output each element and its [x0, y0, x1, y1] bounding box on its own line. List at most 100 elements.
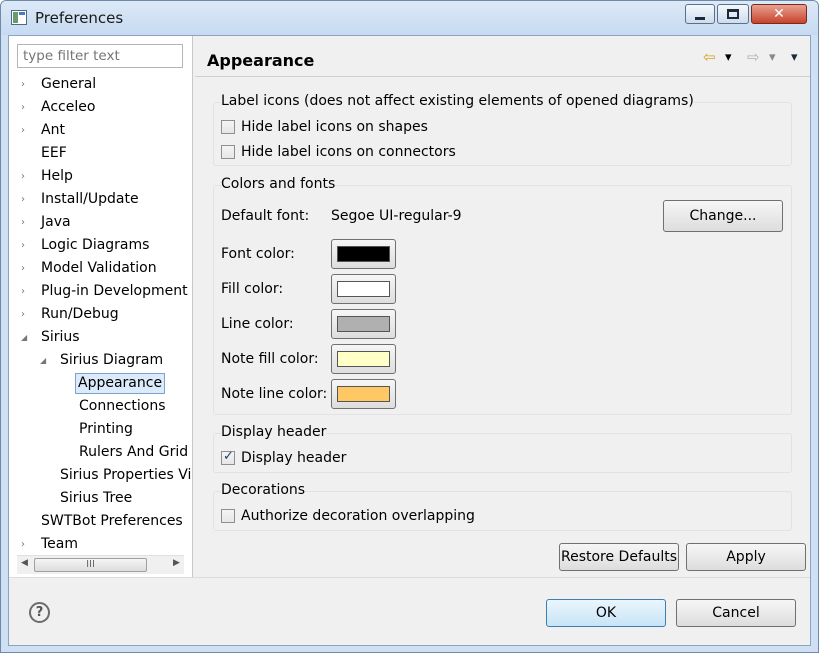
- chevron-right-icon[interactable]: ›: [21, 166, 25, 187]
- preferences-window: Preferences ✕ › General › Acceleo: [0, 0, 819, 653]
- help-icon[interactable]: ?: [29, 602, 50, 623]
- tree-item-general[interactable]: › General: [21, 74, 98, 95]
- tree-item-sirius-diagram[interactable]: ◢ Sirius Diagram: [40, 350, 165, 371]
- ok-button[interactable]: OK: [546, 599, 666, 627]
- checkbox-icon[interactable]: [221, 145, 235, 159]
- tree-item-sirius-tree[interactable]: Sirius Tree: [40, 488, 134, 509]
- tree-item-label: Sirius Diagram: [60, 352, 164, 368]
- tree-item-sirius[interactable]: ◢ Sirius: [21, 327, 82, 348]
- fill-color-button[interactable]: [331, 274, 396, 304]
- hide-label-icons-on-connectors-checkbox[interactable]: Hide label icons on connectors: [221, 143, 456, 161]
- chevron-down-icon[interactable]: ◢: [21, 327, 27, 348]
- label-icons-group-title: Label icons (does not affect existing el…: [221, 93, 694, 109]
- scrollbar-thumb[interactable]: III: [34, 558, 147, 572]
- tree-item-label: Sirius Tree: [60, 490, 133, 506]
- tree-item-ant[interactable]: › Ant: [21, 120, 67, 141]
- tree-item-label: Appearance: [75, 373, 166, 394]
- tree-item-logic-diagrams[interactable]: › Logic Diagrams: [21, 235, 151, 256]
- tree-item-label: Team: [41, 536, 79, 552]
- tree-item-sirius-properties-view[interactable]: Sirius Properties Vi: [40, 465, 193, 486]
- dialog-button-bar: ? OK Cancel: [9, 577, 810, 645]
- checkbox-checked-icon[interactable]: [221, 449, 235, 465]
- fill-color-label: Fill color:: [221, 281, 284, 297]
- font-color-label: Font color:: [221, 246, 295, 262]
- restore-defaults-button[interactable]: Restore Defaults: [559, 543, 679, 571]
- tree-item-label: General: [41, 76, 97, 92]
- chevron-right-icon[interactable]: ›: [21, 534, 25, 555]
- font-color-swatch: [337, 246, 390, 262]
- title-separator: [195, 76, 810, 77]
- scroll-right-icon[interactable]: ▶: [173, 558, 180, 568]
- tree-item-appearance[interactable]: Appearance: [59, 373, 166, 394]
- tree-item-label: SWTBot Preferences: [41, 513, 183, 529]
- tree-item-label: Connections: [79, 398, 166, 414]
- tree-item-plugin-development[interactable]: › Plug-in Development: [21, 281, 190, 302]
- filter-input[interactable]: [17, 44, 183, 68]
- font-color-button[interactable]: [331, 239, 396, 269]
- chevron-right-icon[interactable]: ›: [21, 212, 25, 233]
- tree-item-label: Sirius: [41, 329, 80, 345]
- tree-item-swtbot-preferences[interactable]: SWTBot Preferences: [21, 511, 185, 532]
- note-fill-color-button[interactable]: [331, 344, 396, 374]
- scroll-left-icon[interactable]: ◀: [21, 558, 28, 568]
- chevron-right-icon[interactable]: ›: [21, 97, 25, 118]
- tree-item-acceleo[interactable]: › Acceleo: [21, 97, 97, 118]
- checkbox-label: Authorize decoration overlapping: [241, 508, 475, 524]
- apply-button[interactable]: Apply: [686, 543, 806, 571]
- chevron-right-icon[interactable]: ›: [21, 258, 25, 279]
- tree-item-label: Plug-in Development: [41, 283, 188, 299]
- chevron-right-icon[interactable]: ›: [21, 304, 25, 325]
- line-color-button[interactable]: [331, 309, 396, 339]
- chevron-down-icon[interactable]: ◢: [40, 350, 46, 371]
- note-line-color-swatch: [337, 386, 390, 402]
- tree-item-printing[interactable]: Printing: [59, 419, 135, 440]
- line-color-label: Line color:: [221, 316, 294, 332]
- minimize-icon: [695, 16, 705, 20]
- tree-item-install-update[interactable]: › Install/Update: [21, 189, 141, 210]
- tree-item-run-debug[interactable]: › Run/Debug: [21, 304, 121, 325]
- note-fill-color-label: Note fill color:: [221, 351, 319, 367]
- tree-item-model-validation[interactable]: › Model Validation: [21, 258, 159, 279]
- tree-item-connections[interactable]: Connections: [59, 396, 168, 417]
- checkbox-icon[interactable]: [221, 120, 235, 134]
- view-menu-icon[interactable]: ▾: [791, 50, 798, 65]
- tree-item-team[interactable]: › Team: [21, 534, 80, 555]
- dialog-body: › General › Acceleo › Ant EEF › Help: [8, 35, 811, 646]
- maximize-button[interactable]: [717, 4, 749, 24]
- minimize-button[interactable]: [685, 4, 715, 24]
- tree-item-eef[interactable]: EEF: [21, 143, 69, 164]
- forward-menu-icon[interactable]: ▾: [769, 50, 776, 65]
- display-header-checkbox[interactable]: Display header: [221, 449, 346, 467]
- horizontal-scrollbar[interactable]: ◀ III ▶: [17, 555, 184, 574]
- tree-item-help[interactable]: › Help: [21, 166, 75, 187]
- tree-item-label: Install/Update: [41, 191, 139, 207]
- chevron-right-icon[interactable]: ›: [21, 281, 25, 302]
- default-font-label: Default font:: [221, 208, 310, 224]
- preference-tree-panel: › General › Acceleo › Ant EEF › Help: [9, 36, 193, 577]
- tree-item-label: Java: [41, 214, 71, 230]
- chevron-right-icon[interactable]: ›: [21, 74, 25, 95]
- default-font-value: Segoe UI-regular-9: [331, 208, 462, 224]
- close-icon: ✕: [773, 6, 785, 22]
- cancel-button[interactable]: Cancel: [676, 599, 796, 627]
- checkbox-icon[interactable]: [221, 509, 235, 523]
- tree-item-label: Rulers And Grid: [79, 444, 189, 460]
- tree-item-label: Printing: [79, 421, 133, 437]
- chevron-right-icon[interactable]: ›: [21, 235, 25, 256]
- forward-arrow-icon[interactable]: ⇨: [747, 48, 760, 66]
- tree-item-label: Sirius Properties Vi: [60, 467, 192, 483]
- back-menu-icon[interactable]: ▾: [725, 50, 732, 65]
- change-font-button[interactable]: Change...: [663, 200, 783, 232]
- hide-label-icons-on-shapes-checkbox[interactable]: Hide label icons on shapes: [221, 118, 428, 136]
- preference-page: Appearance ⇦ ▾ ⇨ ▾ ▾ Label icons (does n…: [195, 36, 810, 577]
- chevron-right-icon[interactable]: ›: [21, 189, 25, 210]
- authorize-decoration-overlapping-checkbox[interactable]: Authorize decoration overlapping: [221, 507, 475, 525]
- note-line-color-button[interactable]: [331, 379, 396, 409]
- title-bar: Preferences ✕: [1, 1, 818, 35]
- back-arrow-icon[interactable]: ⇦: [703, 48, 716, 66]
- tree-item-java[interactable]: › Java: [21, 212, 73, 233]
- tree-item-rulers-and-grid[interactable]: Rulers And Grid: [59, 442, 190, 463]
- close-button[interactable]: ✕: [751, 4, 807, 24]
- line-color-swatch: [337, 316, 390, 332]
- chevron-right-icon[interactable]: ›: [21, 120, 25, 141]
